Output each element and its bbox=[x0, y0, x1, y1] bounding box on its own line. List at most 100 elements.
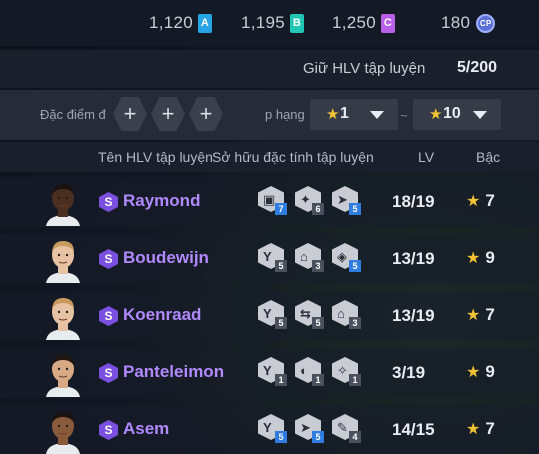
column-grade-header[interactable]: Bậc bbox=[476, 149, 500, 165]
trainer-count-value: 5/200 bbox=[457, 59, 498, 76]
currency-a-value: 1,120 bbox=[149, 13, 194, 32]
trainer-level: 18/19 bbox=[392, 192, 435, 211]
column-lv-header[interactable]: LV bbox=[418, 149, 434, 165]
table-header: Tên HLV tập luyện Sở hữu đặc tính tập lu… bbox=[0, 142, 539, 172]
trait-slot-1-button[interactable]: + bbox=[113, 97, 147, 131]
trainer-grade: ★ 7 bbox=[466, 191, 495, 211]
cp-icon: CP bbox=[476, 13, 496, 33]
trainer-name: Koenraad bbox=[123, 305, 202, 324]
chevron-down-icon bbox=[370, 111, 384, 119]
avatar bbox=[44, 180, 82, 226]
trainer-row[interactable]: S Panteleimon Y 1 ◐ 1 ✧ 1 3/19 ★ 9 bbox=[0, 348, 539, 398]
avatar bbox=[44, 408, 82, 454]
currency-cp-value: 180 bbox=[441, 13, 471, 32]
trait-level: 6 bbox=[312, 203, 324, 215]
grade-value: 7 bbox=[485, 191, 495, 210]
strength-trait-icon[interactable]: Y5 bbox=[258, 414, 288, 444]
star-icon: ★ bbox=[466, 250, 481, 267]
defense-trait-icon[interactable]: ◈ 5 bbox=[332, 243, 362, 273]
trainer-row[interactable]: S Asem Y 5 ➤ 5 ✎ 4 14/15 ★ 7 bbox=[0, 405, 539, 454]
trainer-name: Asem bbox=[123, 419, 170, 438]
trainer-row[interactable]: S Raymond ▣ 7 ✦ 6 ➤ 5 18/19 ★ 7 bbox=[0, 177, 539, 227]
dribble-trait-icon[interactable]: ✦ 6 bbox=[295, 186, 325, 216]
trait-level: 5 bbox=[349, 203, 361, 215]
trait-level: 1 bbox=[275, 374, 287, 386]
star-icon: ★ bbox=[466, 307, 481, 324]
tackle-trait-icon[interactable]: ⌂ 3 bbox=[332, 300, 362, 330]
trait-level: 4 bbox=[349, 431, 361, 443]
avatar bbox=[44, 294, 82, 340]
currency-b-icon: B bbox=[290, 13, 305, 33]
grade-value: 7 bbox=[485, 305, 495, 324]
trainer-grade: ★ 7 bbox=[466, 305, 495, 325]
currency-c: 1,250 C bbox=[332, 13, 396, 33]
chevron-down-icon bbox=[473, 111, 487, 119]
star-icon: ★ bbox=[466, 364, 481, 381]
trainer-level: 13/19 bbox=[392, 306, 435, 325]
skill-trait-icon[interactable]: ✎ 4 bbox=[332, 414, 362, 444]
trait-level: 1 bbox=[349, 374, 361, 386]
sprint-trait-icon[interactable]: ➤ 5 bbox=[295, 414, 325, 444]
trait-level: 5 bbox=[349, 260, 361, 272]
column-traits-header[interactable]: Sở hữu đặc tính tập luyện bbox=[212, 149, 374, 165]
rank-from-value: 1 bbox=[340, 105, 349, 122]
trait-level: 3 bbox=[349, 317, 361, 329]
star-icon: ★ bbox=[326, 106, 340, 123]
sprint-trait-icon[interactable]: ➤ 5 bbox=[332, 186, 362, 216]
currency-cp: 180 CP bbox=[441, 13, 496, 33]
grade-value: 9 bbox=[485, 248, 495, 267]
trait-level: 1 bbox=[312, 374, 324, 386]
strength-trait-icon[interactable]: Y5 bbox=[258, 300, 288, 330]
trait-level: 3 bbox=[312, 260, 324, 272]
trait-level: 5 bbox=[275, 431, 287, 443]
rank-from-dropdown[interactable]: ★ 1 bbox=[310, 99, 398, 130]
tackle-trait-icon[interactable]: ⌂ 3 bbox=[295, 243, 325, 273]
trait-filter-label: Đặc điểm đ bbox=[40, 107, 106, 122]
currency-a: 1,120 A bbox=[149, 13, 213, 33]
trainer-name: Raymond bbox=[123, 191, 201, 210]
currency-b-value: 1,195 bbox=[241, 13, 286, 32]
shooting-trait-icon[interactable]: ✧ 1 bbox=[332, 357, 362, 387]
trainer-grade: ★ 7 bbox=[466, 419, 495, 439]
range-separator: ~ bbox=[400, 108, 408, 123]
column-name-header[interactable]: Tên HLV tập luyện bbox=[98, 149, 213, 165]
trainer-name: Boudewijn bbox=[123, 248, 209, 267]
currency-c-icon: C bbox=[381, 13, 396, 33]
star-icon: ★ bbox=[466, 193, 481, 210]
trainer-summary: Giữ HLV tập luyện 5/200 bbox=[0, 50, 539, 88]
trainer-grade: ★ 9 bbox=[466, 248, 495, 268]
strength-trait-icon[interactable]: Y1 bbox=[258, 357, 288, 387]
trait-level: 5 bbox=[275, 317, 287, 329]
avatar bbox=[44, 351, 82, 397]
shield-trait-icon[interactable]: ▣ 7 bbox=[258, 186, 288, 216]
trait-slot-2-button[interactable]: + bbox=[151, 97, 185, 131]
trainer-row[interactable]: S Boudewijn Y 5 ⌂ 3 ◈ 5 13/19 ★ 9 bbox=[0, 234, 539, 284]
trainer-level: 14/15 bbox=[392, 420, 435, 439]
rank-to-value: 10 bbox=[443, 105, 461, 122]
trait-level: 5 bbox=[275, 260, 287, 272]
trait-level: 7 bbox=[275, 203, 287, 215]
trainer-count-label: Giữ HLV tập luyện bbox=[303, 60, 426, 77]
trainer-level: 13/19 bbox=[392, 249, 435, 268]
grade-value: 7 bbox=[485, 419, 495, 438]
trainer-level: 3/19 bbox=[392, 363, 426, 382]
trainer-grade: ★ 9 bbox=[466, 362, 495, 382]
star-icon: ★ bbox=[429, 106, 443, 123]
rank-filter-label: p hạng bbox=[265, 107, 305, 122]
trainer-name: Panteleimon bbox=[123, 362, 225, 381]
currency-a-icon: A bbox=[198, 13, 213, 33]
trainer-row[interactable]: S Koenraad Y 5 ⇆ 5 ⌂ 3 13/19 ★ 7 bbox=[0, 291, 539, 341]
strength-trait-icon[interactable]: Y5 bbox=[258, 243, 288, 273]
rank-to-dropdown[interactable]: ★ 10 bbox=[413, 99, 501, 130]
avatar bbox=[44, 237, 82, 283]
star-icon: ★ bbox=[466, 421, 481, 438]
currency-b: 1,195 B bbox=[241, 13, 305, 33]
currency-c-value: 1,250 bbox=[332, 13, 377, 32]
pass-trait-icon[interactable]: ⇆ 5 bbox=[295, 300, 325, 330]
grade-value: 9 bbox=[485, 362, 495, 381]
trait-slot-3-button[interactable]: + bbox=[189, 97, 223, 131]
header-trait-icon[interactable]: ◐ 1 bbox=[295, 357, 325, 387]
trait-level: 5 bbox=[312, 431, 324, 443]
filter-bar: Đặc điểm đ + + + p hạng ★ 1 ~ ★ 10 bbox=[0, 90, 539, 140]
currency-bar: 1,120 A 1,195 B 1,250 C 180 CP bbox=[0, 0, 539, 46]
